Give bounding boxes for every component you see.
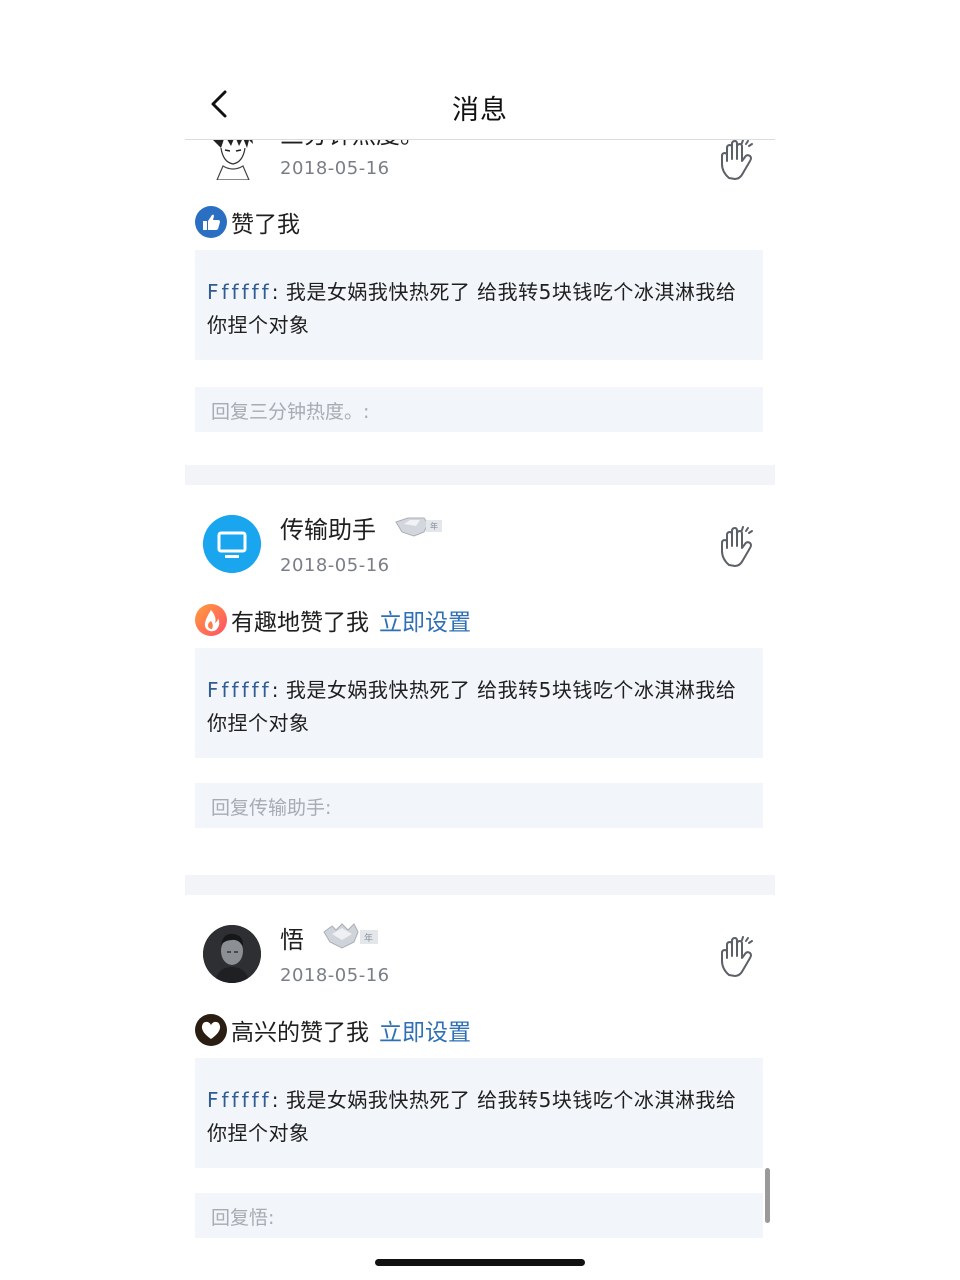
- message-date: 2018-05-16: [280, 555, 390, 576]
- reply-input[interactable]: 回复传输助手:: [195, 783, 763, 828]
- wave-hand-icon[interactable]: [717, 140, 757, 182]
- wave-hand-icon[interactable]: [717, 525, 757, 569]
- message-card: 悟 年 2018-05-16 高兴的赞了我 立即设置 Ffffff: 我是女娲我…: [185, 895, 775, 1280]
- heart-icon: [195, 1014, 227, 1046]
- name-row: 三分钟热度。: [280, 140, 424, 150]
- message-date: 2018-05-16: [280, 158, 390, 179]
- monitor-icon[interactable]: [203, 515, 261, 573]
- name-row: 传输助手 年: [280, 510, 446, 545]
- quoted-post[interactable]: Ffffff: 我是女娲我快热死了 给我转5块钱吃个冰淇淋我给你捏个对象: [195, 250, 763, 360]
- message-card: 三分钟热度。 2018-05-16 赞了我 Ffffff: 我是女娲我快热死了 …: [185, 140, 775, 465]
- set-now-link[interactable]: 立即设置: [379, 603, 471, 637]
- scrollbar[interactable]: [765, 1168, 770, 1223]
- action-text: 高兴的赞了我: [231, 1020, 369, 1046]
- reply-input[interactable]: 回复悟:: [195, 1193, 763, 1238]
- anime-avatar[interactable]: [203, 140, 261, 180]
- phone-screen: 消息 三分钟热度。 2018-05-16: [185, 0, 775, 1280]
- divider: [185, 875, 775, 895]
- action-row: 赞了我: [195, 205, 300, 239]
- action-text: 赞了我: [231, 212, 300, 238]
- thumbs-up-icon: [195, 206, 227, 238]
- flame-icon: [195, 604, 227, 636]
- quote-author[interactable]: Ffffff: [207, 678, 272, 702]
- dark-portrait-avatar[interactable]: [203, 925, 261, 983]
- home-indicator[interactable]: [375, 1259, 585, 1266]
- quoted-post[interactable]: Ffffff: 我是女娲我快热死了 给我转5块钱吃个冰淇淋我给你捏个对象: [195, 1058, 763, 1168]
- nav-bar: 消息: [185, 70, 775, 140]
- reply-input[interactable]: 回复三分钟热度。:: [195, 387, 763, 432]
- quote-text: : 我是女娲我快热死了 给我转5块钱吃个冰淇淋我给你捏个对象: [207, 280, 737, 337]
- message-date: 2018-05-16: [280, 965, 390, 986]
- user-name[interactable]: 悟: [280, 920, 304, 955]
- action-row: 高兴的赞了我 立即设置: [195, 1013, 471, 1047]
- quote-text: : 我是女娲我快热死了 给我转5块钱吃个冰淇淋我给你捏个对象: [207, 1088, 737, 1145]
- set-now-link[interactable]: 立即设置: [379, 1013, 471, 1047]
- divider: [185, 465, 775, 485]
- quoted-post[interactable]: Ffffff: 我是女娲我快热死了 给我转5块钱吃个冰淇淋我给你捏个对象: [195, 648, 763, 758]
- quote-text: : 我是女娲我快热死了 给我转5块钱吃个冰淇淋我给你捏个对象: [207, 678, 737, 735]
- name-row: 悟 年: [280, 920, 382, 955]
- svg-text:年: 年: [364, 932, 373, 944]
- level-badge: 年: [323, 923, 378, 949]
- user-name[interactable]: 三分钟热度。: [280, 140, 424, 150]
- svg-text:年: 年: [430, 521, 438, 531]
- quote-author[interactable]: Ffffff: [207, 280, 272, 304]
- message-card: 传输助手 年 2018-05-16 有趣地赞了我 立即设置 Ffffff: 我是…: [185, 485, 775, 875]
- quote-author[interactable]: Ffffff: [207, 1088, 272, 1112]
- level-badge: 年: [395, 517, 442, 537]
- action-text: 有趣地赞了我: [231, 610, 369, 636]
- user-name[interactable]: 传输助手: [280, 510, 376, 545]
- message-feed[interactable]: 三分钟热度。 2018-05-16 赞了我 Ffffff: 我是女娲我快热死了 …: [185, 140, 775, 1280]
- wave-hand-icon[interactable]: [717, 935, 757, 979]
- action-row: 有趣地赞了我 立即设置: [195, 603, 471, 637]
- page-title: 消息: [452, 95, 508, 126]
